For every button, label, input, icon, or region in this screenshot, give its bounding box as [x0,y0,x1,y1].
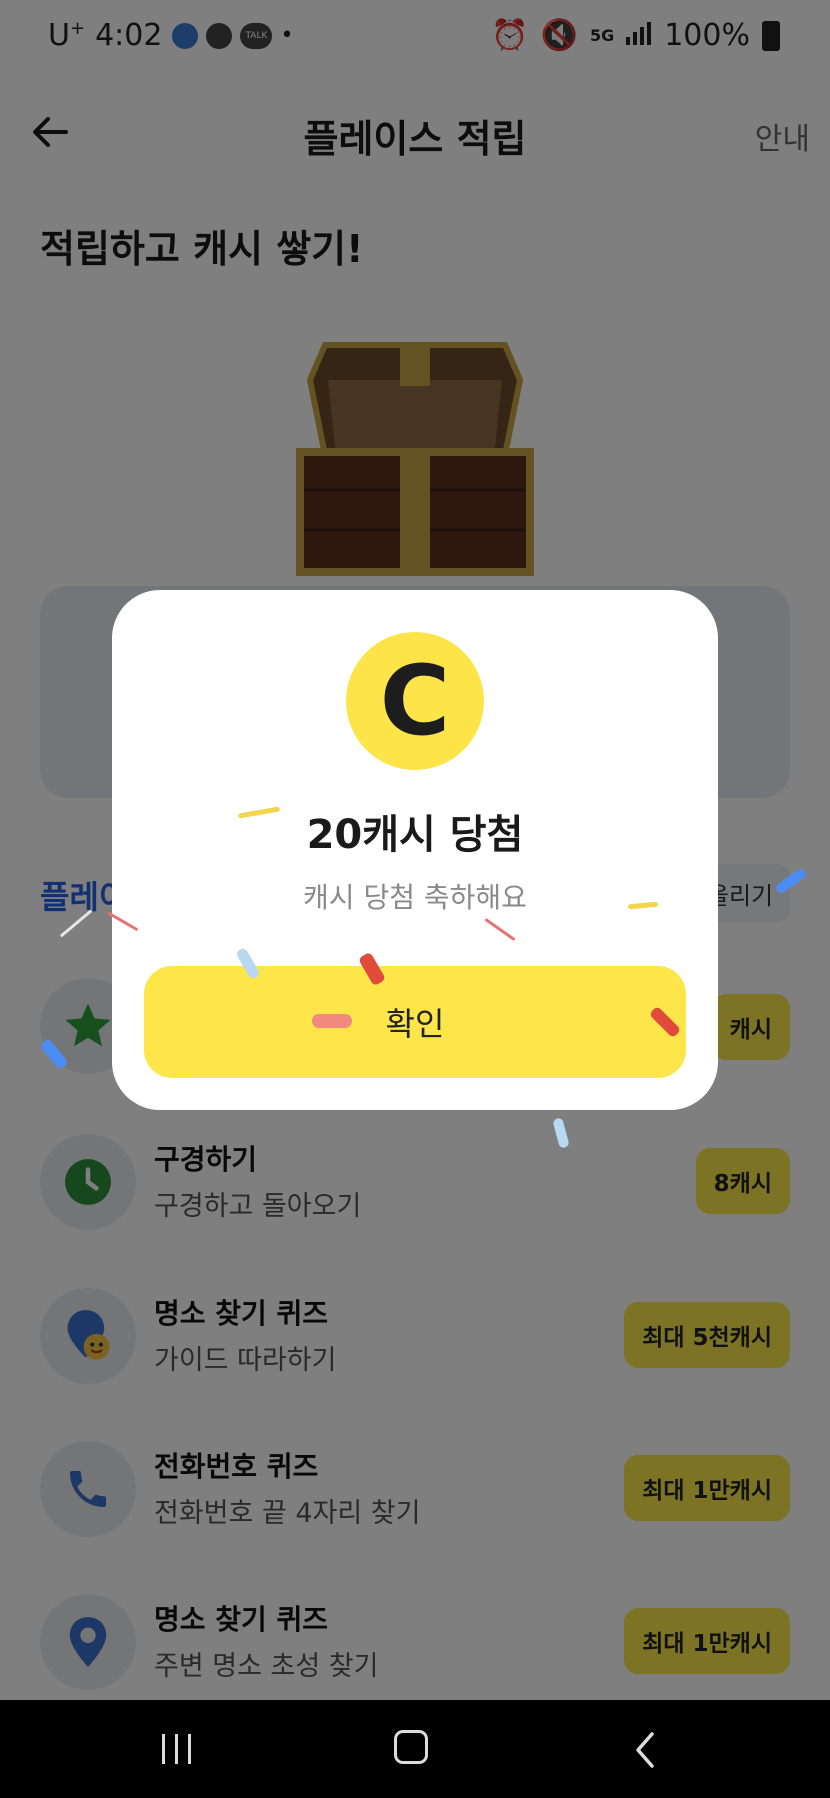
recent-apps-button[interactable] [160,1734,194,1764]
confetti-piece [312,1014,352,1028]
dialog-title: 20캐시 당첨 [306,812,524,858]
confirm-button[interactable]: 확인 [144,966,686,1078]
cash-coin-icon: C [346,632,484,770]
recent-apps-icon [162,1734,191,1764]
coin-letter: C [379,645,451,757]
dialog-description: 캐시 당첨 축하해요 [303,881,527,914]
chevron-left-icon [636,1732,654,1768]
home-button[interactable] [394,1730,428,1764]
reward-dialog: C 20캐시 당첨 캐시 당첨 축하해요 확인 [112,590,718,1110]
system-back-button[interactable] [630,1730,660,1770]
